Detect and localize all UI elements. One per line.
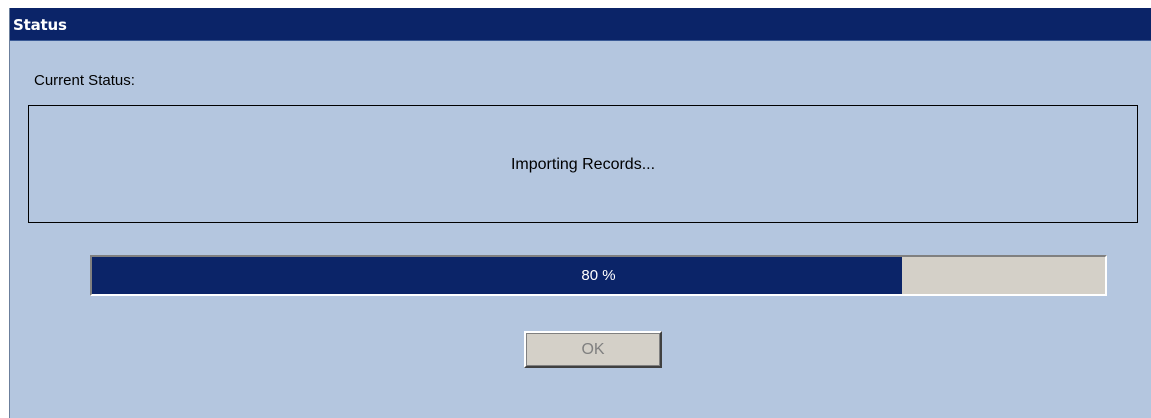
- status-dialog: Status Current Status: Importing Records…: [9, 8, 1151, 418]
- current-status-label: Current Status:: [34, 72, 135, 89]
- title-bar[interactable]: Status: [10, 8, 1151, 41]
- progress-percent-text: 80 %: [581, 267, 616, 284]
- ok-button[interactable]: OK: [524, 331, 662, 368]
- status-message-box: Importing Records...: [28, 105, 1138, 223]
- status-message: Importing Records...: [510, 156, 656, 173]
- window-title: Status: [13, 16, 67, 34]
- progress-bar: 80 %: [90, 255, 1107, 296]
